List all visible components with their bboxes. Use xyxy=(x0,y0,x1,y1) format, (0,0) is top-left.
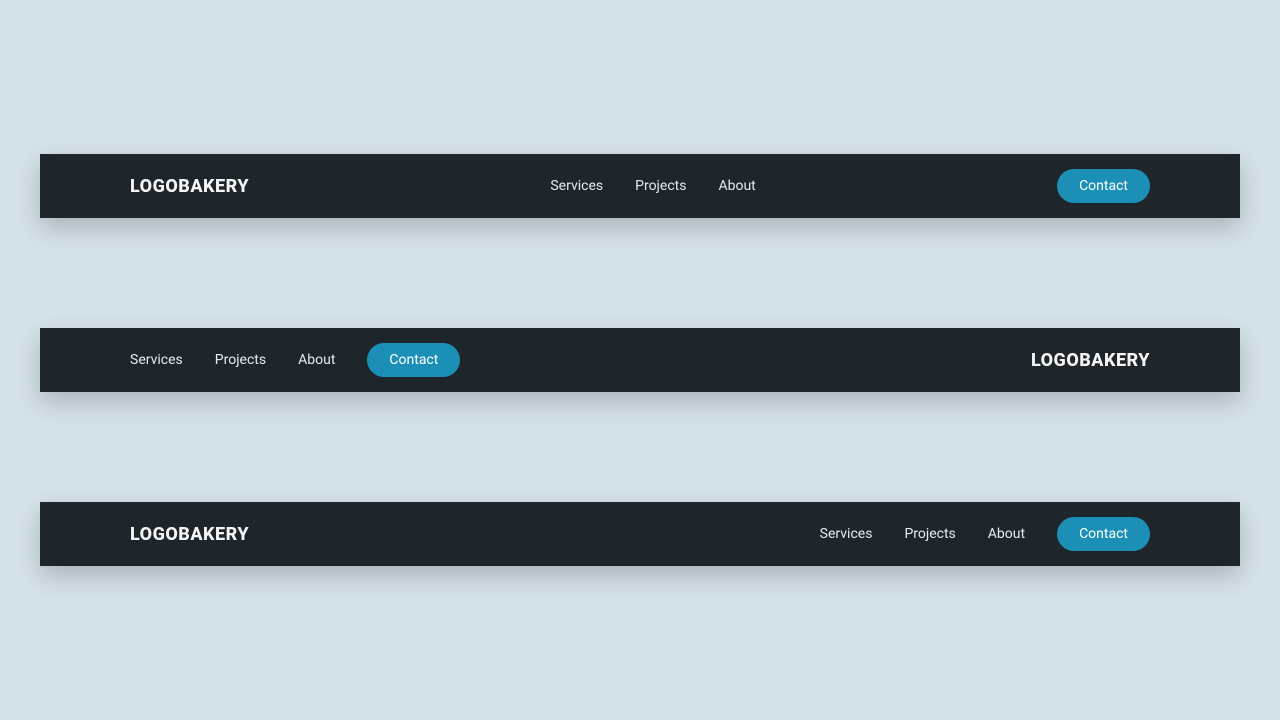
nav-link-about[interactable]: About xyxy=(718,178,755,194)
nav-right: Services Projects About Contact xyxy=(820,517,1150,551)
nav-link-projects[interactable]: Projects xyxy=(215,352,266,368)
navbar-variant-2: Services Projects About Contact LOGOBAKE… xyxy=(40,328,1240,392)
nav-center: Services Projects About xyxy=(249,178,1057,194)
contact-button[interactable]: Contact xyxy=(1057,517,1150,551)
nav-right: Contact xyxy=(1057,169,1150,203)
nav-link-about[interactable]: About xyxy=(298,352,335,368)
nav-link-services[interactable]: Services xyxy=(820,526,873,542)
nav-link-projects[interactable]: Projects xyxy=(904,526,955,542)
navbar-variant-3: LOGOBAKERY Services Projects About Conta… xyxy=(40,502,1240,566)
nav-left: Services Projects About Contact xyxy=(130,343,460,377)
nav-link-about[interactable]: About xyxy=(988,526,1025,542)
navbar-variant-1: LOGOBAKERY Services Projects About Conta… xyxy=(40,154,1240,218)
nav-links: Services Projects About xyxy=(550,178,755,194)
nav-link-projects[interactable]: Projects xyxy=(635,178,686,194)
brand-logo[interactable]: LOGOBAKERY xyxy=(130,524,249,545)
brand-logo[interactable]: LOGOBAKERY xyxy=(130,176,249,197)
contact-button[interactable]: Contact xyxy=(367,343,460,377)
brand-logo[interactable]: LOGOBAKERY xyxy=(1031,350,1150,371)
nav-link-services[interactable]: Services xyxy=(130,352,183,368)
nav-link-services[interactable]: Services xyxy=(550,178,603,194)
contact-button[interactable]: Contact xyxy=(1057,169,1150,203)
